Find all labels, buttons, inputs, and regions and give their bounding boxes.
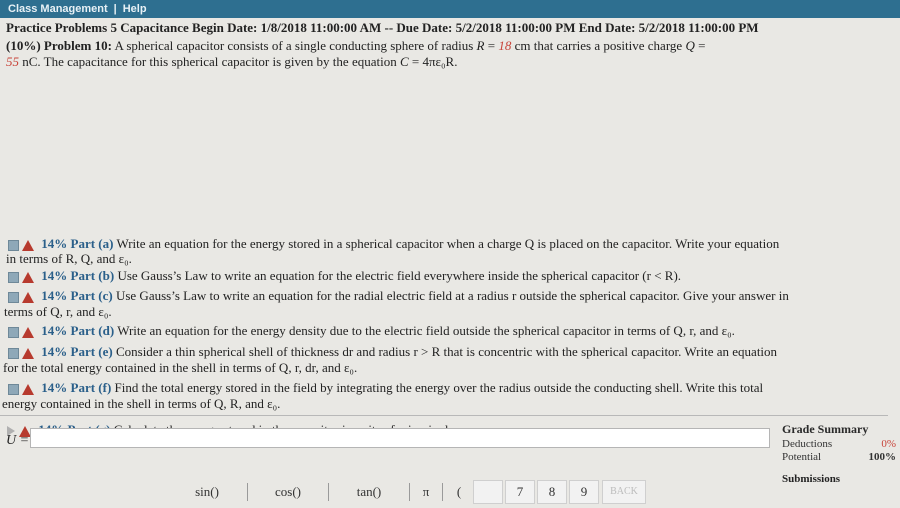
deductions-row: Deductions 0% bbox=[782, 438, 896, 450]
problem-text-c: nC. The capacitance for this spherical c… bbox=[19, 54, 400, 69]
answer-input[interactable] bbox=[30, 428, 770, 448]
help-link[interactable]: Help bbox=[123, 3, 147, 15]
assignment-header: Practice Problems 5 Capacitance Begin Da… bbox=[6, 20, 759, 35]
key-7[interactable]: 7 bbox=[505, 480, 535, 504]
potential-value: 100% bbox=[868, 451, 897, 463]
part-b-row[interactable]: 14% Part (b) Use Gauss’s Law to write an… bbox=[6, 268, 890, 284]
warning-icon bbox=[22, 383, 34, 395]
part-f-label: 14% Part (f) bbox=[41, 380, 112, 395]
deductions-label: Deductions bbox=[782, 438, 833, 450]
hint-icon[interactable] bbox=[8, 239, 19, 251]
blank-key[interactable] bbox=[473, 480, 503, 504]
key-divider bbox=[247, 483, 248, 501]
part-e-label: 14% Part (e) bbox=[41, 344, 113, 359]
deductions-value: 0% bbox=[881, 438, 896, 450]
key-8[interactable]: 8 bbox=[537, 480, 567, 504]
part-c-row-cont: terms of Q, r, and ε₀. bbox=[4, 304, 112, 319]
capacitance-equation: = 4πε₀R. bbox=[408, 54, 458, 69]
part-a-label: 14% Part (a) bbox=[41, 236, 114, 251]
pi-key[interactable]: π bbox=[413, 481, 439, 503]
part-d-row[interactable]: 14% Part (d) Write an equation for the e… bbox=[6, 323, 890, 339]
tan-key[interactable]: tan() bbox=[332, 481, 406, 503]
var-Q: Q bbox=[685, 38, 695, 53]
warning-icon bbox=[22, 291, 34, 303]
part-b-text: Use Gauss’s Law to write an equation for… bbox=[117, 268, 682, 283]
part-c-label: 14% Part (c) bbox=[41, 288, 113, 303]
sin-key[interactable]: sin() bbox=[170, 481, 244, 503]
part-a-text: Write an equation for the energy stored … bbox=[116, 236, 780, 251]
top-menu-bar: Class Management | Help bbox=[0, 0, 900, 18]
warning-icon bbox=[22, 271, 34, 283]
warning-icon bbox=[22, 326, 34, 338]
cos-key[interactable]: cos() bbox=[251, 481, 325, 503]
eq-sign: = bbox=[484, 38, 499, 53]
warning-icon bbox=[22, 239, 34, 251]
submissions-label: Submissions bbox=[782, 473, 841, 485]
menu-separator: | bbox=[113, 3, 117, 15]
part-e-text: Consider a thin spherical shell of thick… bbox=[115, 344, 778, 359]
hint-icon[interactable] bbox=[8, 291, 19, 303]
warning-icon bbox=[22, 347, 34, 359]
lparen-key[interactable]: ( bbox=[446, 481, 472, 503]
divider bbox=[0, 415, 888, 416]
class-management-link[interactable]: Class Management bbox=[8, 3, 108, 15]
problem-title: (10%) Problem 10: bbox=[6, 38, 112, 53]
key-9[interactable]: 9 bbox=[569, 480, 599, 504]
grade-summary: Grade Summary Deductions 0% Potential 10… bbox=[782, 422, 896, 485]
hint-icon[interactable] bbox=[8, 383, 19, 395]
charge-value: 55 bbox=[6, 54, 19, 69]
key-divider bbox=[409, 483, 410, 501]
part-a-row[interactable]: 14% Part (a) Write an equation for the e… bbox=[6, 236, 890, 252]
potential-row: Potential 100% bbox=[782, 451, 896, 463]
backspace-key[interactable]: BACK bbox=[602, 480, 646, 504]
part-a-row-cont: in terms of R, Q, and ε₀. bbox=[6, 251, 132, 266]
answer-variable-label: U = bbox=[6, 433, 30, 448]
part-e-row[interactable]: 14% Part (e) Consider a thin spherical s… bbox=[6, 344, 890, 360]
eq-sign-2: = bbox=[694, 38, 706, 53]
part-f-text: Find the total energy stored in the fiel… bbox=[114, 380, 764, 395]
hint-icon[interactable] bbox=[8, 347, 19, 359]
problem-statement-line1: (10%) Problem 10: A spherical capacitor … bbox=[6, 38, 892, 54]
radius-value: 18 bbox=[498, 38, 512, 53]
problem-text-a: A spherical capacitor consists of a sing… bbox=[111, 38, 477, 53]
part-d-label: 14% Part (d) bbox=[41, 323, 115, 338]
part-f-row-cont: energy contained in the shell in terms o… bbox=[2, 396, 281, 411]
part-f-row[interactable]: 14% Part (f) Find the total energy store… bbox=[6, 380, 890, 396]
part-d-text: Write an equation for the energy density… bbox=[117, 323, 735, 338]
part-c-text: Use Gauss’s Law to write an equation for… bbox=[115, 288, 789, 303]
key-divider bbox=[442, 483, 443, 501]
grade-summary-title: Grade Summary bbox=[782, 422, 869, 436]
problem-text-b: cm that carries a positive charge bbox=[511, 38, 686, 53]
problem-statement-line2: 55 nC. The capacitance for this spherica… bbox=[6, 54, 892, 70]
keypad: sin() cos() tan() π ( 7 8 9 BACK bbox=[170, 479, 646, 505]
part-e-row-cont: for the total energy contained in the sh… bbox=[3, 360, 358, 375]
potential-label: Potential bbox=[782, 451, 822, 463]
key-divider bbox=[328, 483, 329, 501]
var-C: C bbox=[399, 54, 409, 69]
hint-icon[interactable] bbox=[8, 326, 19, 338]
part-c-row[interactable]: 14% Part (c) Use Gauss’s Law to write an… bbox=[6, 288, 890, 304]
hint-icon[interactable] bbox=[8, 271, 19, 283]
part-b-label: 14% Part (b) bbox=[41, 268, 115, 283]
